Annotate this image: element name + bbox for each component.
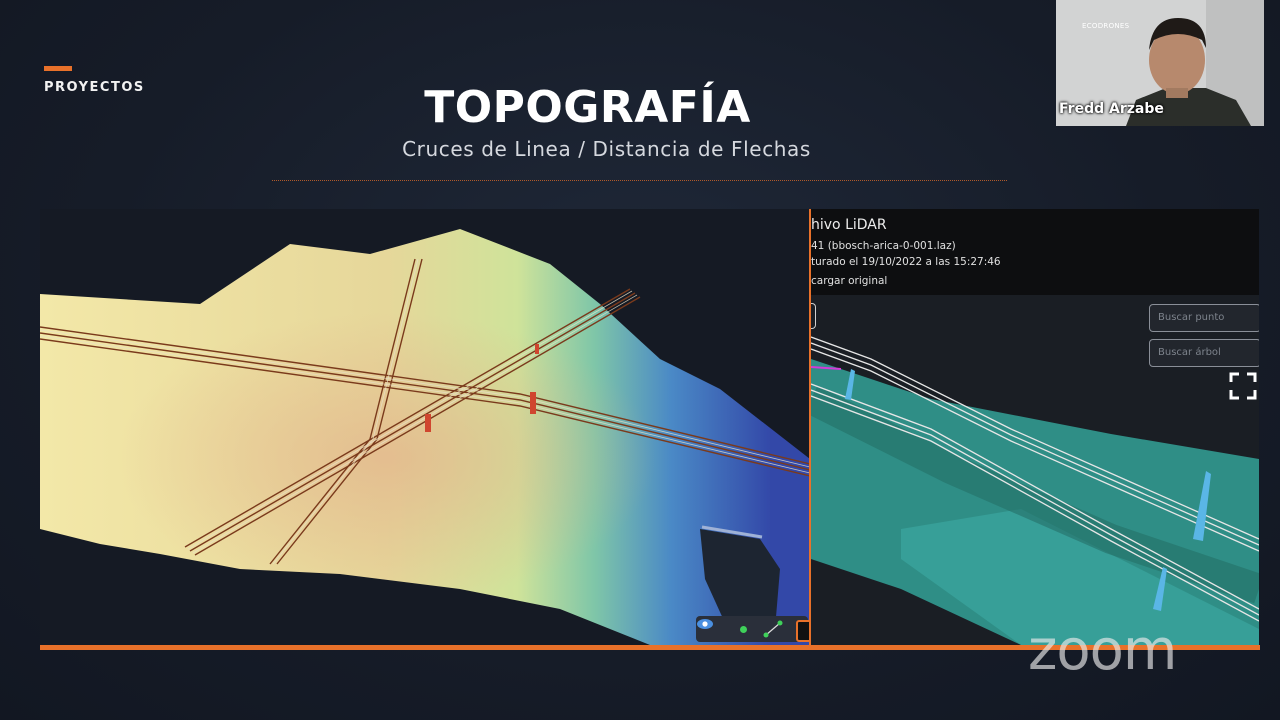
- lidar-info-panel: hivo LiDAR 41 (bbosch-arica-0-001.laz) t…: [811, 209, 1259, 295]
- ecodrones-logo: ECODRONES: [1082, 22, 1130, 30]
- webcam-video[interactable]: ECODRONES Fredd Arzabe: [1056, 0, 1264, 126]
- lidar-viewer[interactable]: hivo LiDAR 41 (bbosch-arica-0-001.laz) t…: [811, 209, 1259, 645]
- fullscreen-icon[interactable]: [1229, 372, 1257, 400]
- collapse-panel-button[interactable]: [811, 303, 816, 329]
- search-tree-input[interactable]: Buscar árbol: [1149, 339, 1259, 367]
- eye-icon[interactable]: [696, 616, 714, 632]
- box-tool-icon[interactable]: [796, 620, 810, 642]
- viewer-toolbar: [696, 616, 810, 642]
- title-divider: [272, 180, 1007, 181]
- lidar-file-name: 41 (bbosch-arica-0-001.laz): [811, 240, 956, 252]
- search-point-input[interactable]: Buscar punto: [1149, 304, 1259, 332]
- participant-name: Fredd Arzabe: [1059, 101, 1164, 117]
- zoom-watermark: zoom: [1028, 618, 1177, 683]
- section-accent-bar: [44, 66, 72, 71]
- terrain-render: [40, 229, 810, 645]
- point-tool-icon[interactable]: [740, 626, 747, 633]
- slide-subtitle: Cruces de Linea / Distancia de Flechas: [402, 137, 811, 161]
- line-measure-icon[interactable]: [762, 619, 784, 639]
- terrain-3d-view[interactable]: [40, 209, 810, 645]
- lidar-captured-date: turado el 19/10/2022 a las 15:27:46: [811, 256, 1001, 268]
- lidar-panel-title: hivo LiDAR: [811, 217, 887, 233]
- slide-title: TOPOGRAFÍA: [424, 82, 751, 133]
- download-original-link[interactable]: cargar original: [811, 275, 887, 287]
